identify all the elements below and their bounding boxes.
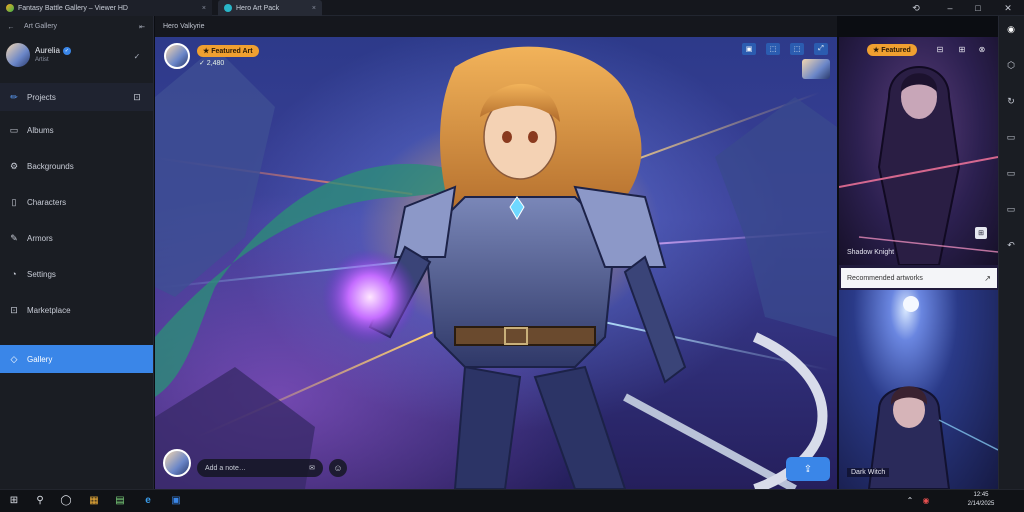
user-name: Aurelia: [35, 46, 60, 55]
gallery-app-icon[interactable]: ▣: [164, 489, 188, 512]
history-icon[interactable]: ⟲: [904, 0, 928, 16]
document-icon: ▯: [11, 196, 17, 207]
status-icon[interactable]: ◉: [914, 489, 938, 512]
sidebar-item-label: Projects: [27, 92, 56, 102]
collapse-icon[interactable]: ⇤: [137, 22, 147, 32]
panel-icon[interactable]: ▭: [998, 128, 1024, 146]
refresh-icon[interactable]: ↻: [998, 92, 1024, 110]
sidebar-item-label: Characters: [27, 197, 67, 207]
maximize-button[interactable]: □: [966, 0, 990, 16]
sidebar-item-label: Settings: [27, 269, 56, 279]
emoji-icon[interactable]: ☺: [329, 459, 347, 477]
tab-label: Hero Art Pack: [236, 4, 280, 12]
back-icon[interactable]: ←: [6, 22, 16, 32]
share-button[interactable]: ⇪: [786, 457, 830, 481]
extensions-icon[interactable]: ⬡: [998, 56, 1024, 74]
gear-icon: ⚙: [9, 160, 19, 171]
commenter-avatar[interactable]: [163, 449, 191, 477]
bookmark-icon[interactable]: ⊟: [935, 44, 945, 54]
store-icon: ⊡: [10, 304, 18, 315]
featured-badge: ★ Featured Art: [197, 45, 259, 57]
cortana-icon[interactable]: ◯: [54, 489, 78, 512]
witch-illustration: [867, 296, 998, 489]
tab-hero-art[interactable]: Hero Art Pack ×: [218, 0, 322, 16]
close-window-button[interactable]: ✕: [996, 0, 1020, 16]
undo-icon[interactable]: ↶: [998, 236, 1024, 254]
sidebar-title: Art Gallery: [24, 23, 58, 30]
expand-icon[interactable]: ⤢: [814, 43, 828, 55]
sidebar-item-armors[interactable]: ✎ Armors: [0, 224, 153, 252]
minimize-button[interactable]: –: [938, 0, 962, 16]
thumbnail-caption: Shadow Knight: [847, 249, 895, 256]
sidebar-item-albums[interactable]: ▭ Albums: [0, 116, 153, 144]
comment-input[interactable]: Add a note… ✉: [197, 459, 323, 477]
crop-icon[interactable]: ⬚: [766, 43, 780, 55]
sidebar-item-label: Marketplace: [27, 305, 71, 315]
sidebar-item-characters[interactable]: ▯ Characters: [0, 188, 153, 216]
frame-icon[interactable]: ⬚: [790, 43, 804, 55]
sidebar-item-gallery[interactable]: ◇ Gallery: [0, 345, 153, 373]
sidebar-item-projects[interactable]: ✏ Projects ⊡: [0, 83, 153, 111]
fullscreen-icon[interactable]: ▣: [742, 43, 756, 55]
send-icon[interactable]: ✉: [309, 464, 315, 472]
window-icon[interactable]: ▭: [998, 200, 1024, 218]
author-avatar[interactable]: [164, 43, 190, 69]
brush-icon: ✎: [10, 232, 18, 243]
add-project-icon[interactable]: ⊡: [132, 92, 142, 102]
sidebar-item-marketplace[interactable]: ⊡ Marketplace: [0, 296, 153, 324]
clock-date: 2/14/2025: [967, 501, 995, 507]
close-tab-icon[interactable]: ×: [202, 5, 206, 12]
file-explorer-icon[interactable]: ▦: [82, 489, 106, 512]
store-icon[interactable]: ▤: [108, 489, 132, 512]
related-thumbnail[interactable]: ★ Featured ⊟ ⊞ ⊗ Shadow Knight ⊞: [839, 37, 998, 265]
avatar[interactable]: [6, 43, 30, 67]
tab-label: Fantasy Battle Gallery – Viewer HD: [18, 4, 128, 12]
app-logo-icon: [224, 4, 232, 12]
featured-badge: ★ Featured: [867, 44, 917, 56]
start-button[interactable]: ⊞: [2, 489, 26, 512]
gallery-icon: ◇: [10, 353, 18, 364]
album-icon: ▭: [9, 124, 19, 135]
user-handle: Artist: [35, 57, 49, 63]
checkmark-icon[interactable]: ✓: [132, 51, 142, 61]
recommendations-link[interactable]: Recommended artworks ↗: [841, 268, 997, 288]
viewer-title: Hero Valkyrie: [163, 23, 205, 30]
sidebar-item-settings[interactable]: ◔ Settings: [0, 260, 153, 288]
edge-icon[interactable]: e: [136, 489, 160, 512]
sidebar-item-label: Albums: [27, 125, 54, 135]
clock-time: 12:45: [973, 492, 989, 498]
clock[interactable]: 12:45 2/14/2025: [944, 491, 1018, 509]
sidebar-item-label: Backgrounds: [27, 161, 74, 171]
hero-illustration: [155, 46, 837, 489]
grid-icon[interactable]: ⊞: [957, 44, 967, 54]
related-thumbnail[interactable]: Dark Witch: [839, 290, 998, 489]
recommendations-label: Recommended artworks: [847, 274, 923, 282]
sidebar-item-label: Gallery: [27, 354, 53, 364]
tab-fantasy-gallery[interactable]: Fantasy Battle Gallery – Viewer HD ×: [0, 0, 212, 16]
palette-icon: ◔: [11, 269, 17, 279]
comment-placeholder: Add a note…: [205, 464, 246, 472]
thumbnail-caption: Dark Witch: [847, 468, 890, 477]
profile-icon[interactable]: ◉: [998, 20, 1024, 38]
sidebar-item-label: Armors: [27, 233, 53, 243]
layout-icon[interactable]: ▭: [998, 164, 1024, 182]
close-icon[interactable]: ⊗: [977, 44, 987, 54]
app-logo-icon: [6, 4, 14, 12]
menu-icon[interactable]: ⊞: [975, 227, 987, 239]
author-stats: ✓ 2,480: [199, 60, 225, 67]
verified-icon: ✓: [62, 46, 71, 55]
user-name-row: Aurelia ✓: [35, 46, 71, 55]
sidebar-item-backgrounds[interactable]: ⚙ Backgrounds: [0, 152, 153, 180]
search-icon[interactable]: ⚲: [28, 489, 52, 512]
close-tab-icon[interactable]: ×: [312, 5, 316, 12]
arrow-icon: ↗: [984, 273, 991, 283]
collaborator-avatar[interactable]: [802, 59, 830, 79]
pencil-icon: ✏: [10, 91, 18, 102]
viewer-header: Hero Valkyrie: [155, 16, 837, 37]
artwork-canvas[interactable]: ★ Featured Art ✓ 2,480 ▣ ⬚ ⬚ ⤢ Add a not…: [155, 37, 837, 489]
